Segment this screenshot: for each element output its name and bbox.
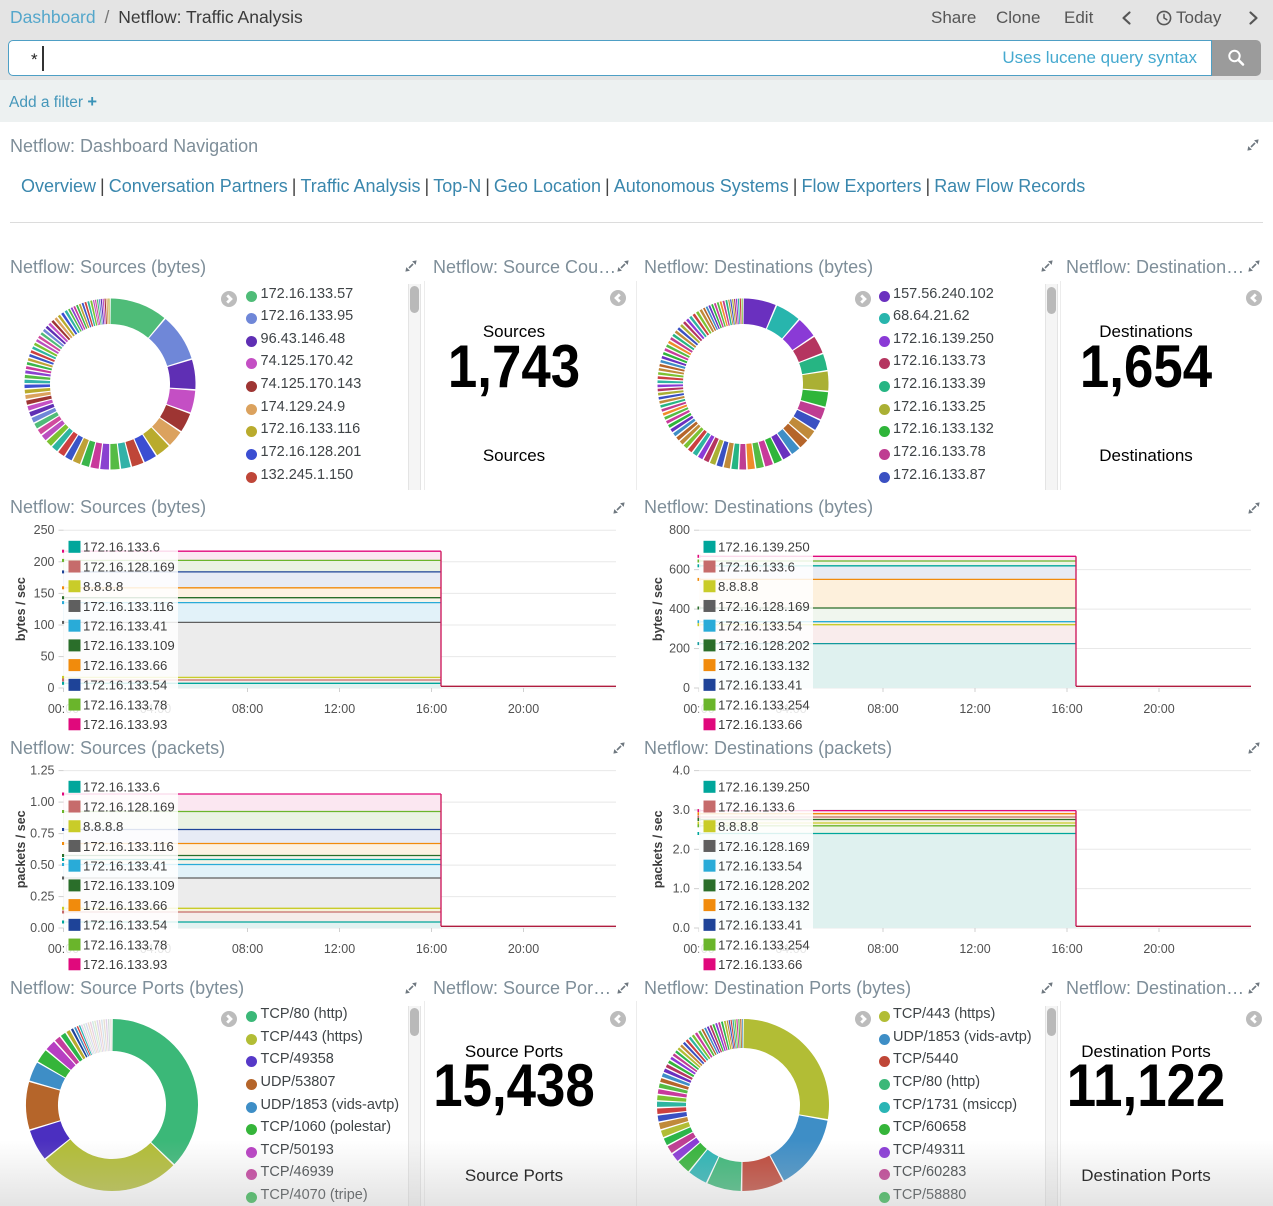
svg-text:16:00: 16:00	[1051, 702, 1082, 716]
svg-text:packets / sec: packets / sec	[651, 810, 665, 888]
svg-text:20:00: 20:00	[1143, 702, 1174, 716]
svg-text:172.16.133.116: 172.16.133.116	[83, 599, 174, 614]
svg-text:172.16.133.109: 172.16.133.109	[83, 878, 175, 893]
svg-text:12:00: 12:00	[959, 702, 990, 716]
svg-text:800: 800	[669, 523, 690, 537]
svg-text:0.75: 0.75	[30, 827, 54, 841]
svg-text:172.16.128.169: 172.16.128.169	[718, 599, 810, 614]
svg-text:0: 0	[48, 681, 55, 695]
svg-text:172.16.133.109: 172.16.133.109	[83, 638, 175, 653]
svg-text:16:00: 16:00	[416, 702, 447, 716]
svg-text:172.16.133.54: 172.16.133.54	[83, 918, 167, 933]
svg-text:172.16.133.54: 172.16.133.54	[718, 618, 802, 633]
svg-text:172.16.133.66: 172.16.133.66	[83, 898, 167, 913]
svg-text:172.16.133.41: 172.16.133.41	[718, 918, 802, 933]
svg-text:172.16.128.169: 172.16.128.169	[83, 559, 175, 574]
svg-text:100: 100	[34, 618, 55, 632]
svg-text:172.16.133.6: 172.16.133.6	[83, 540, 160, 555]
svg-text:12:00: 12:00	[324, 702, 355, 716]
svg-text:8.8.8.8: 8.8.8.8	[718, 579, 758, 594]
svg-text:0: 0	[683, 681, 690, 695]
svg-text:172.16.133.93: 172.16.133.93	[83, 957, 167, 972]
svg-text:0.00: 0.00	[30, 921, 54, 935]
svg-text:150: 150	[34, 586, 55, 600]
svg-text:2.0: 2.0	[673, 842, 690, 856]
svg-text:172.16.128.202: 172.16.128.202	[718, 878, 810, 893]
svg-text:1.25: 1.25	[30, 764, 54, 778]
svg-text:172.16.133.66: 172.16.133.66	[83, 658, 167, 673]
svg-text:16:00: 16:00	[1051, 942, 1082, 956]
svg-text:8.8.8.8: 8.8.8.8	[83, 579, 123, 594]
svg-text:172.16.133.54: 172.16.133.54	[83, 678, 167, 693]
svg-text:4.0: 4.0	[673, 764, 690, 778]
svg-text:172.16.133.78: 172.16.133.78	[83, 937, 167, 952]
svg-text:400: 400	[669, 602, 690, 616]
svg-text:8.8.8.8: 8.8.8.8	[718, 819, 758, 834]
svg-text:0.50: 0.50	[30, 858, 54, 872]
svg-text:172.16.133.132: 172.16.133.132	[718, 898, 810, 913]
svg-text:200: 200	[669, 642, 690, 656]
svg-text:16:00: 16:00	[416, 942, 447, 956]
svg-text:08:00: 08:00	[867, 702, 898, 716]
svg-text:250: 250	[34, 523, 55, 537]
svg-text:172.16.133.6: 172.16.133.6	[718, 799, 795, 814]
svg-text:172.16.133.6: 172.16.133.6	[718, 559, 795, 574]
svg-text:172.16.133.41: 172.16.133.41	[718, 678, 802, 693]
svg-text:packets / sec: packets / sec	[14, 810, 28, 888]
svg-text:172.16.133.254: 172.16.133.254	[718, 697, 810, 712]
svg-text:172.16.133.254: 172.16.133.254	[718, 937, 810, 952]
svg-text:172.16.128.202: 172.16.128.202	[718, 638, 810, 653]
svg-text:172.16.139.250: 172.16.139.250	[718, 540, 810, 555]
svg-text:172.16.133.93: 172.16.133.93	[83, 717, 167, 732]
svg-text:172.16.128.169: 172.16.128.169	[718, 839, 810, 854]
svg-text:12:00: 12:00	[959, 942, 990, 956]
svg-text:20:00: 20:00	[508, 942, 539, 956]
svg-text:172.16.133.66: 172.16.133.66	[718, 717, 802, 732]
svg-text:172.16.133.66: 172.16.133.66	[718, 957, 802, 972]
svg-text:08:00: 08:00	[232, 702, 263, 716]
svg-text:0.25: 0.25	[30, 890, 54, 904]
svg-text:1.00: 1.00	[30, 795, 54, 809]
svg-text:50: 50	[41, 650, 55, 664]
svg-text:bytes / sec: bytes / sec	[14, 577, 28, 641]
svg-text:08:00: 08:00	[867, 942, 898, 956]
svg-text:0.0: 0.0	[673, 921, 690, 935]
svg-text:bytes / sec: bytes / sec	[651, 577, 665, 641]
svg-text:172.16.133.116: 172.16.133.116	[83, 839, 174, 854]
svg-text:600: 600	[669, 563, 690, 577]
svg-text:20:00: 20:00	[508, 702, 539, 716]
svg-text:172.16.133.41: 172.16.133.41	[83, 618, 167, 633]
svg-text:8.8.8.8: 8.8.8.8	[83, 819, 123, 834]
svg-text:172.16.128.169: 172.16.128.169	[83, 799, 175, 814]
svg-text:172.16.139.250: 172.16.139.250	[718, 780, 810, 795]
svg-text:20:00: 20:00	[1143, 942, 1174, 956]
svg-text:08:00: 08:00	[232, 942, 263, 956]
svg-text:172.16.133.78: 172.16.133.78	[83, 697, 167, 712]
svg-text:3.0: 3.0	[673, 803, 690, 817]
svg-text:1.0: 1.0	[673, 882, 690, 896]
svg-text:172.16.133.54: 172.16.133.54	[718, 858, 802, 873]
svg-text:172.16.133.132: 172.16.133.132	[718, 658, 810, 673]
svg-text:200: 200	[34, 555, 55, 569]
svg-text:12:00: 12:00	[324, 942, 355, 956]
svg-text:172.16.133.6: 172.16.133.6	[83, 780, 160, 795]
svg-text:172.16.133.41: 172.16.133.41	[83, 858, 167, 873]
